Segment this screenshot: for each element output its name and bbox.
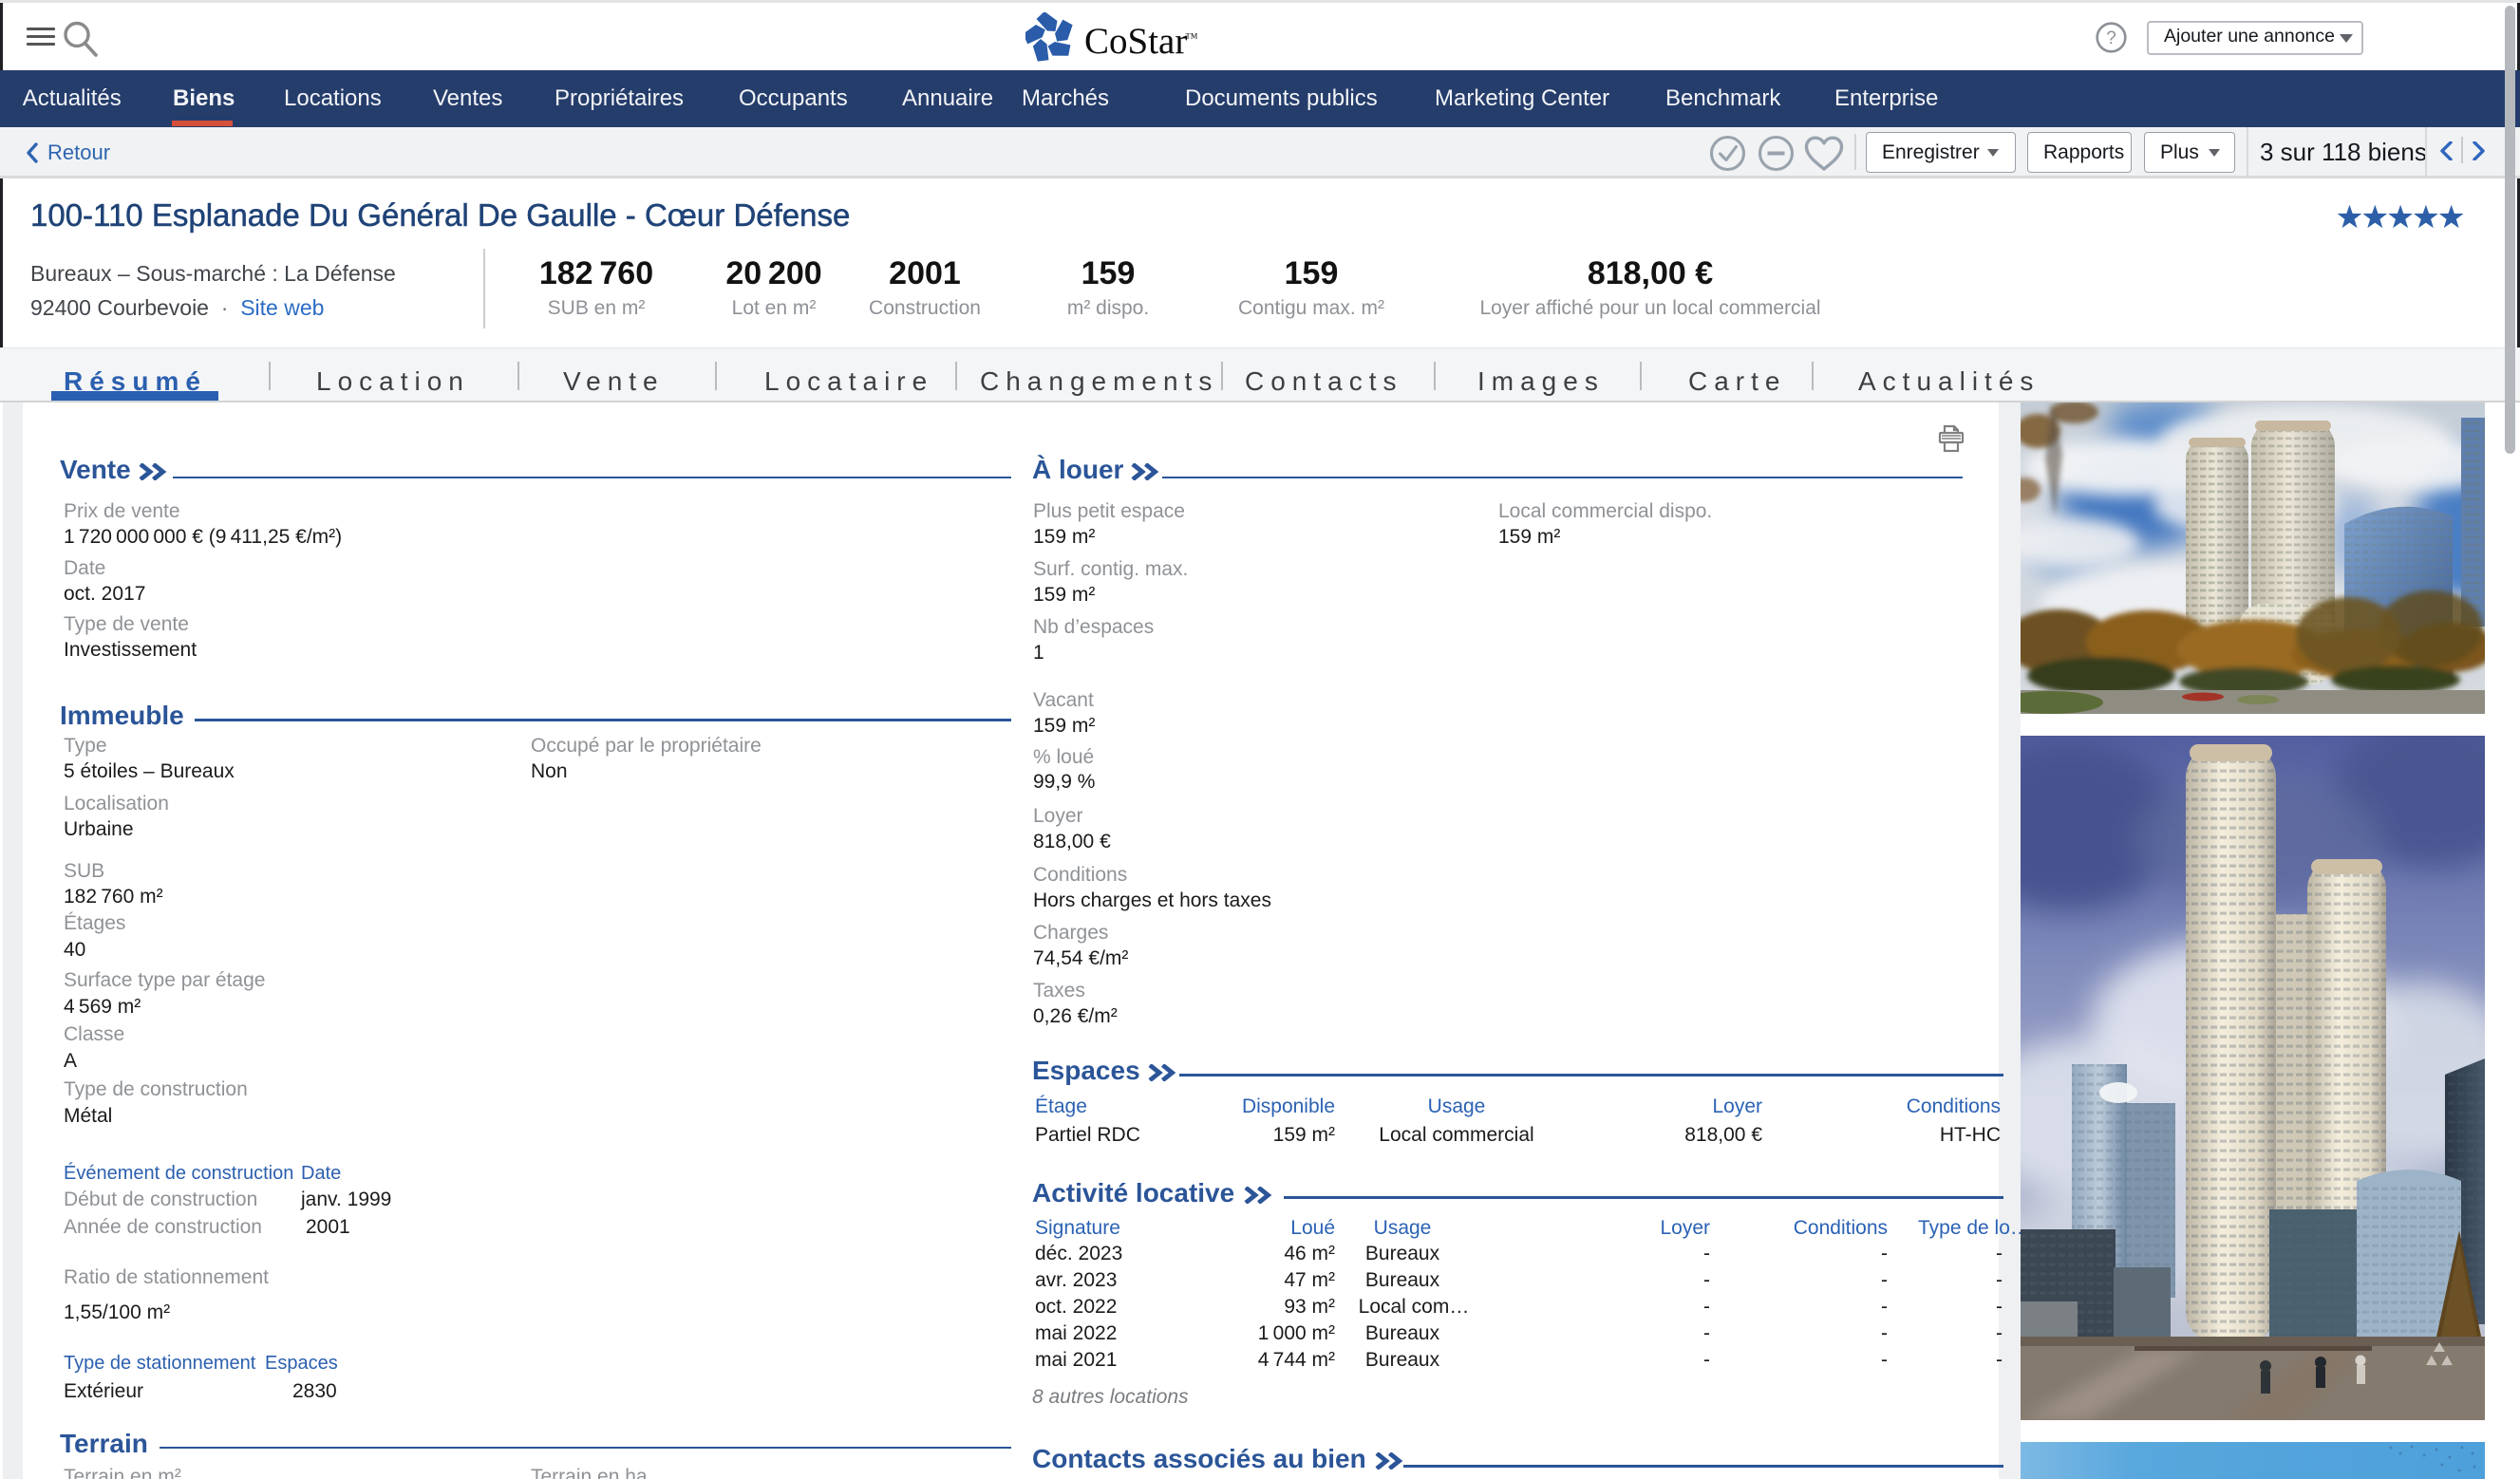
svg-text:?: ?	[2106, 28, 2116, 48]
